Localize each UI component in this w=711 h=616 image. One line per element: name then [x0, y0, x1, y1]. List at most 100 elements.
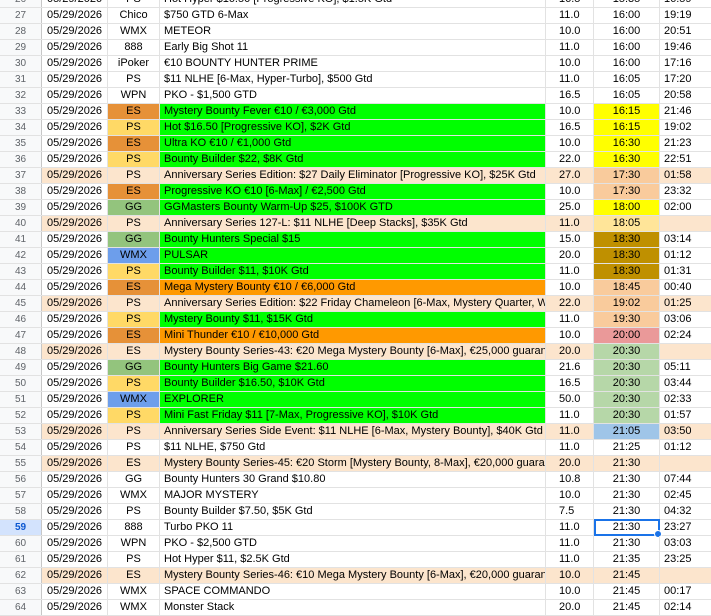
tournament-name-cell[interactable]: Anniversary Series Edition: $27 Daily El… [160, 168, 546, 183]
end-time-cell[interactable]: 23:32 [660, 184, 711, 199]
end-time-cell[interactable]: 03:06 [660, 312, 711, 327]
buyin-cell[interactable]: 20.0 [546, 456, 594, 471]
date-cell[interactable]: 05/29/2026 [42, 584, 108, 599]
buyin-cell[interactable]: 20.0 [546, 248, 594, 263]
site-cell[interactable]: Chico [108, 8, 160, 23]
end-time-cell[interactable]: 02:00 [660, 200, 711, 215]
row-number[interactable]: 42 [0, 248, 42, 263]
buyin-cell[interactable]: 11.0 [546, 440, 594, 455]
buyin-cell[interactable]: 50.0 [546, 392, 594, 407]
end-time-cell[interactable]: 07:44 [660, 472, 711, 487]
tournament-name-cell[interactable]: Bounty Builder $16.50, $10K Gtd [160, 376, 546, 391]
start-time-cell[interactable]: 16:00 [594, 24, 660, 39]
site-cell[interactable]: WMX [108, 392, 160, 407]
end-time-cell[interactable]: 03:03 [660, 536, 711, 551]
start-time-cell[interactable]: 16:30 [594, 136, 660, 151]
start-time-cell[interactable]: 19:30 [594, 312, 660, 327]
tournament-name-cell[interactable]: METEOR [160, 24, 546, 39]
buyin-cell[interactable]: 11.0 [546, 8, 594, 23]
start-time-cell[interactable]: 18:30 [594, 248, 660, 263]
row-number[interactable]: 49 [0, 360, 42, 375]
end-time-cell[interactable]: 23:25 [660, 552, 711, 567]
date-cell[interactable]: 05/29/2026 [42, 152, 108, 167]
row-number[interactable]: 62 [0, 568, 42, 583]
buyin-cell[interactable]: 10.0 [546, 56, 594, 71]
date-cell[interactable]: 05/29/2026 [42, 392, 108, 407]
buyin-cell[interactable]: 10.0 [546, 584, 594, 599]
date-cell[interactable]: 05/29/2026 [42, 552, 108, 567]
start-time-cell[interactable]: 19:02 [594, 296, 660, 311]
end-time-cell[interactable]: 20:58 [660, 88, 711, 103]
site-cell[interactable]: PS [108, 216, 160, 231]
tournament-name-cell[interactable]: Anniversary Series Edition: $22 Friday C… [160, 296, 546, 311]
site-cell[interactable]: ES [108, 456, 160, 471]
buyin-cell[interactable]: 20.0 [546, 600, 594, 615]
row-number[interactable]: 27 [0, 8, 42, 23]
date-cell[interactable]: 05/29/2026 [42, 488, 108, 503]
end-time-cell[interactable]: 03:14 [660, 232, 711, 247]
buyin-cell[interactable]: 10.0 [546, 568, 594, 583]
site-cell[interactable]: ES [108, 280, 160, 295]
buyin-cell[interactable]: 22.0 [546, 296, 594, 311]
end-time-cell[interactable]: 05:11 [660, 360, 711, 375]
start-time-cell[interactable]: 17:30 [594, 168, 660, 183]
site-cell[interactable]: WMX [108, 248, 160, 263]
tournament-name-cell[interactable]: MAJOR MYSTERY [160, 488, 546, 503]
row-number[interactable]: 45 [0, 296, 42, 311]
start-time-cell[interactable]: 21:25 [594, 440, 660, 455]
site-cell[interactable]: PS [108, 440, 160, 455]
end-time-cell[interactable]: 01:12 [660, 440, 711, 455]
tournament-name-cell[interactable]: $11 NLHE [6-Max, Hyper-Turbo], $500 Gtd [160, 72, 546, 87]
row-number[interactable]: 54 [0, 440, 42, 455]
start-time-cell[interactable]: 21:45 [594, 584, 660, 599]
end-time-cell[interactable] [660, 568, 711, 583]
buyin-cell[interactable]: 22.0 [546, 152, 594, 167]
buyin-cell[interactable]: 10.0 [546, 184, 594, 199]
start-time-cell[interactable]: 17:30 [594, 184, 660, 199]
date-cell[interactable]: 05/29/2026 [42, 568, 108, 583]
site-cell[interactable]: GG [108, 360, 160, 375]
start-time-cell[interactable]: 18:30 [594, 232, 660, 247]
start-time-cell[interactable]: 20:30 [594, 392, 660, 407]
site-cell[interactable]: GG [108, 200, 160, 215]
site-cell[interactable]: PS [108, 424, 160, 439]
buyin-cell[interactable]: 11.0 [546, 312, 594, 327]
date-cell[interactable]: 05/29/2026 [42, 408, 108, 423]
site-cell[interactable]: WPN [108, 536, 160, 551]
end-time-cell[interactable]: 01:12 [660, 248, 711, 263]
date-cell[interactable]: 05/29/2026 [42, 456, 108, 471]
buyin-cell[interactable]: 11.0 [546, 72, 594, 87]
date-cell[interactable]: 05/29/2026 [42, 120, 108, 135]
site-cell[interactable]: PS [108, 552, 160, 567]
tournament-name-cell[interactable]: Mystery Bounty Series-46: €10 Mega Myste… [160, 568, 546, 583]
end-time-cell[interactable]: 16:59 [660, 0, 711, 7]
start-time-cell[interactable]: 20:00 [594, 328, 660, 343]
buyin-cell[interactable]: 10.0 [546, 328, 594, 343]
buyin-cell[interactable]: 11.0 [546, 40, 594, 55]
site-cell[interactable]: GG [108, 472, 160, 487]
buyin-cell[interactable]: 11.0 [546, 552, 594, 567]
end-time-cell[interactable]: 02:14 [660, 600, 711, 615]
row-number[interactable]: 30 [0, 56, 42, 71]
tournament-name-cell[interactable]: €10 BOUNTY HUNTER PRIME [160, 56, 546, 71]
site-cell[interactable]: ES [108, 136, 160, 151]
date-cell[interactable]: 05/29/2026 [42, 216, 108, 231]
start-time-cell[interactable]: 21:30 [594, 472, 660, 487]
site-cell[interactable]: WMX [108, 488, 160, 503]
buyin-cell[interactable]: 11.0 [546, 536, 594, 551]
end-time-cell[interactable]: 21:23 [660, 136, 711, 151]
date-cell[interactable]: 05/29/2026 [42, 360, 108, 375]
end-time-cell[interactable]: 21:46 [660, 104, 711, 119]
row-number[interactable]: 41 [0, 232, 42, 247]
date-cell[interactable]: 05/29/2026 [42, 536, 108, 551]
date-cell[interactable]: 05/29/2026 [42, 72, 108, 87]
tournament-name-cell[interactable]: Hot Hyper $16.50 [Progressive KO], $1.5K… [160, 0, 546, 7]
buyin-cell[interactable]: 10.0 [546, 24, 594, 39]
tournament-name-cell[interactable]: Anniversary Series Side Event: $11 NLHE … [160, 424, 546, 439]
date-cell[interactable]: 05/29/2026 [42, 24, 108, 39]
row-number[interactable]: 39 [0, 200, 42, 215]
row-number[interactable]: 32 [0, 88, 42, 103]
date-cell[interactable]: 05/29/2026 [42, 104, 108, 119]
end-time-cell[interactable]: 17:20 [660, 72, 711, 87]
date-cell[interactable]: 05/29/2026 [42, 312, 108, 327]
